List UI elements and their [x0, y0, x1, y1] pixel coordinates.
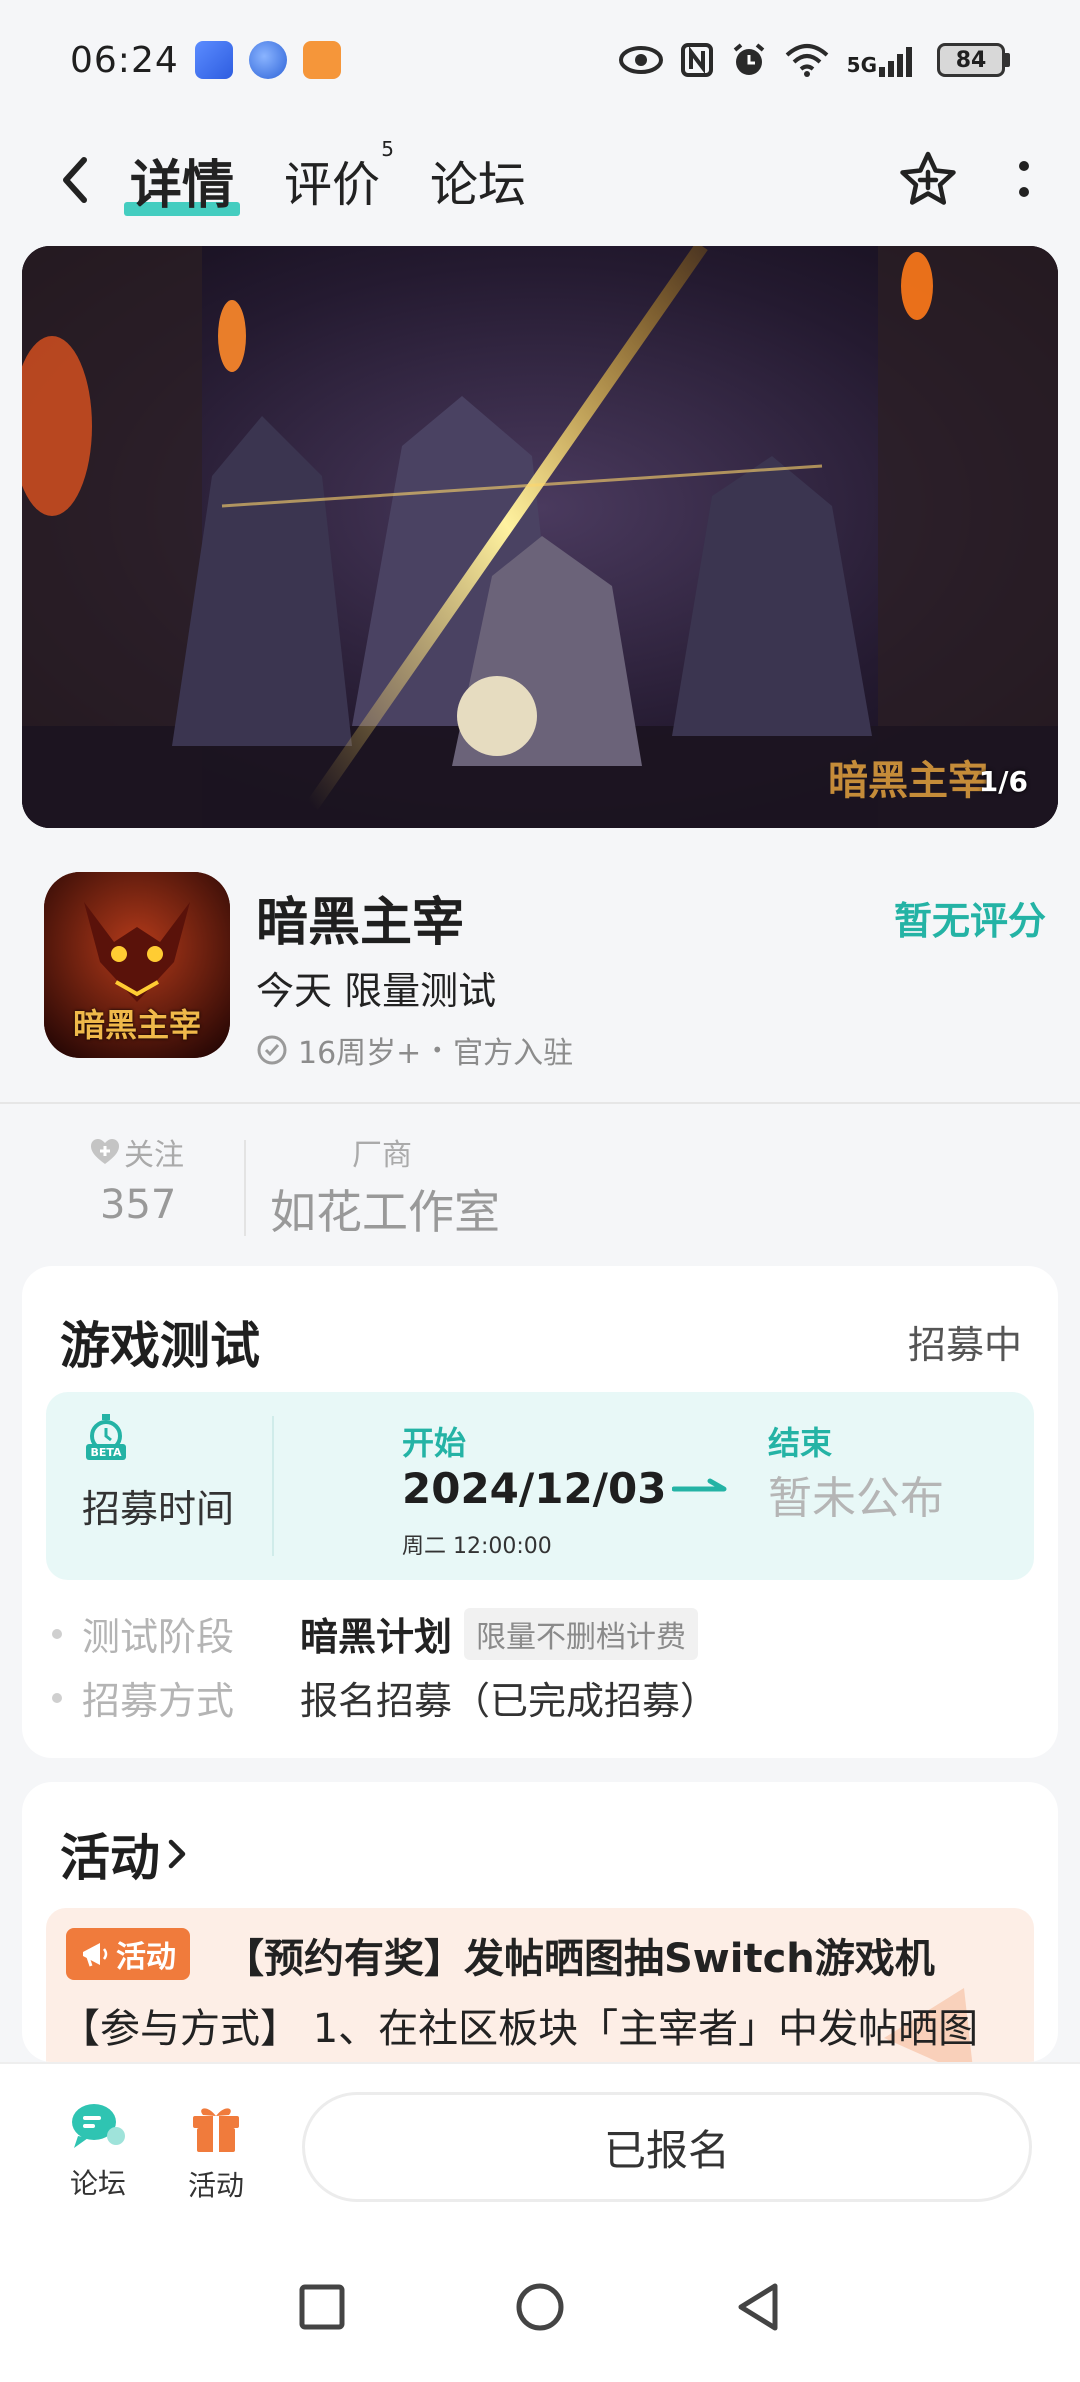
recruit-method-value: 报名招募（已完成招募）	[300, 1679, 719, 1723]
forum-chat-icon	[72, 2104, 125, 2148]
tab-reviews-label: 评价	[284, 157, 381, 213]
tab-forum[interactable]: 论坛	[430, 145, 526, 215]
test-stage-value: 暗黑计划	[300, 1615, 453, 1659]
beta-timer-icon: BETA	[86, 1414, 126, 1460]
screenshot-carousel[interactable]: 暗黑主宰 1/6	[22, 246, 1058, 828]
heart-plus-icon	[91, 1139, 119, 1164]
recruit-separator	[272, 1416, 274, 1556]
alarm-icon	[733, 43, 764, 75]
recruit-method-label: 招募方式	[82, 1679, 235, 1723]
stats-separator	[244, 1140, 246, 1236]
activity-card: 活动 活动 【预约有奖】发帖晒图抽Switch游戏机 【参与方式】 1、在社区板…	[22, 1782, 1058, 2062]
banner-watermark-logo: 暗黑主宰	[828, 757, 988, 804]
top-nav: 详情 评价 5 论坛	[0, 130, 1080, 230]
status-bar: 06:24 5G 84	[0, 0, 1080, 120]
follow-count: 357	[100, 1182, 177, 1228]
game-test-card: 游戏测试 招募中 BETA 招募时间 开始 2024/12/03 周二 12:0…	[22, 1266, 1058, 1758]
eye-icon	[618, 46, 663, 74]
tab-forum-label: 论坛	[430, 157, 527, 213]
bullet-dot	[52, 1628, 62, 1639]
game-info: 暗黑主宰 暗黑主宰 今天 限量测试 16周岁+ • 官方入驻 暂无评分	[0, 860, 1080, 1100]
signal-icon	[879, 47, 912, 77]
arrow-right-icon	[672, 1478, 727, 1492]
network-type: 5G	[846, 53, 877, 77]
check-circle-icon	[257, 1035, 287, 1065]
tab-reviews[interactable]: 评价 5	[284, 137, 394, 215]
start-time: 周二 12:00:00	[402, 1534, 552, 1559]
game-icon: 暗黑主宰	[44, 872, 230, 1058]
test-stage-row: 测试阶段 暗黑计划 限量不删档计费	[52, 1606, 699, 1661]
forum-shortcut[interactable]: 论坛	[68, 2100, 128, 2202]
age-rating: 16周岁+	[298, 1036, 422, 1071]
vendor-label: 厂商	[352, 1138, 412, 1173]
system-navigation-bar	[0, 2232, 1080, 2382]
nfc-icon	[680, 43, 713, 77]
bottom-action-bar: 论坛 活动 已报名	[0, 2062, 1080, 2232]
game-icon-logo-text: 暗黑主宰	[72, 1006, 201, 1044]
activity-item[interactable]: 活动 【预约有奖】发帖晒图抽Switch游戏机 【参与方式】 1、在社区板块「主…	[46, 1908, 1034, 2062]
test-stage-tag: 限量不删档计费	[464, 1607, 699, 1660]
recent-apps-square-icon[interactable]	[299, 2284, 345, 2330]
video-notification-icon	[302, 41, 341, 79]
game-stats: 关注 357 厂商 如花工作室	[0, 1120, 1080, 1250]
battery-level: 84	[937, 43, 1005, 77]
meta-separator: •	[431, 1038, 444, 1062]
back-button[interactable]	[50, 150, 100, 210]
divider	[0, 1102, 1080, 1104]
follow-label: 关注	[124, 1138, 184, 1173]
wifi-icon	[785, 44, 828, 77]
chevron-right-icon	[168, 1839, 186, 1869]
vendor-name[interactable]: 如花工作室	[270, 1176, 500, 1242]
status-time: 06:24	[70, 39, 179, 81]
tab-details[interactable]: 详情	[123, 143, 241, 218]
game-title: 暗黑主宰	[256, 893, 465, 953]
beta-badge-text: BETA	[90, 1446, 122, 1459]
carousel-counter: 1/6	[978, 765, 1028, 798]
activity-description: 【参与方式】 1、在社区板块「主宰者」中发帖晒图	[60, 2006, 979, 2052]
battery-indicator: 84	[937, 43, 1010, 77]
score-status: 暂无评分	[893, 899, 1046, 943]
back-triangle-icon[interactable]	[735, 2282, 781, 2332]
app-notification-icon	[194, 41, 233, 79]
activity-badge-label: 活动	[116, 1940, 176, 1975]
more-options-icon[interactable]	[1018, 159, 1030, 199]
activity-shortcut-label: 活动	[188, 2169, 245, 2202]
recruit-period-box: BETA 招募时间 开始 2024/12/03 周二 12:00:00 结束 暂…	[46, 1392, 1034, 1580]
home-circle-icon[interactable]	[515, 2282, 565, 2332]
recruit-time-label: 招募时间	[82, 1487, 235, 1531]
test-stage-label: 测试阶段	[82, 1615, 235, 1659]
game-screenshot-image	[22, 246, 1058, 828]
activity-section-title: 活动	[60, 1829, 160, 1887]
start-date: 2024/12/03	[402, 1464, 667, 1513]
game-meta: 16周岁+ • 官方入驻	[256, 1028, 573, 1072]
follow-label-group: 关注	[90, 1130, 184, 1174]
game-subtitle: 今天 限量测试	[256, 969, 497, 1013]
test-card-title: 游戏测试	[60, 1317, 260, 1375]
activity-section-header[interactable]: 活动	[60, 1818, 188, 1890]
official-label: 官方入驻	[453, 1036, 574, 1071]
recruit-method-row: 招募方式 报名招募（已完成招募）	[52, 1670, 718, 1725]
browser-notification-icon	[248, 41, 287, 79]
end-label: 结束	[768, 1424, 833, 1462]
end-value: 暂未公布	[768, 1473, 944, 1524]
activity-headline: 【预约有奖】发帖晒图抽Switch游戏机	[224, 1936, 935, 1982]
activity-badge: 活动	[66, 1928, 190, 1980]
recruit-status: 招募中	[907, 1323, 1022, 1367]
add-favorite-star-icon[interactable]	[898, 150, 958, 208]
start-label: 开始	[402, 1424, 467, 1462]
review-count-badge: 5	[381, 137, 395, 161]
tab-details-label: 详情	[130, 155, 235, 216]
forum-shortcut-label: 论坛	[69, 2167, 126, 2200]
gift-icon	[193, 2108, 239, 2152]
bullet-dot	[52, 1692, 62, 1703]
chevron-left-icon	[63, 157, 87, 203]
signed-up-button[interactable]: 已报名	[302, 2092, 1032, 2202]
megaphone-icon	[83, 1943, 108, 1967]
activity-shortcut[interactable]: 活动	[188, 2100, 244, 2204]
